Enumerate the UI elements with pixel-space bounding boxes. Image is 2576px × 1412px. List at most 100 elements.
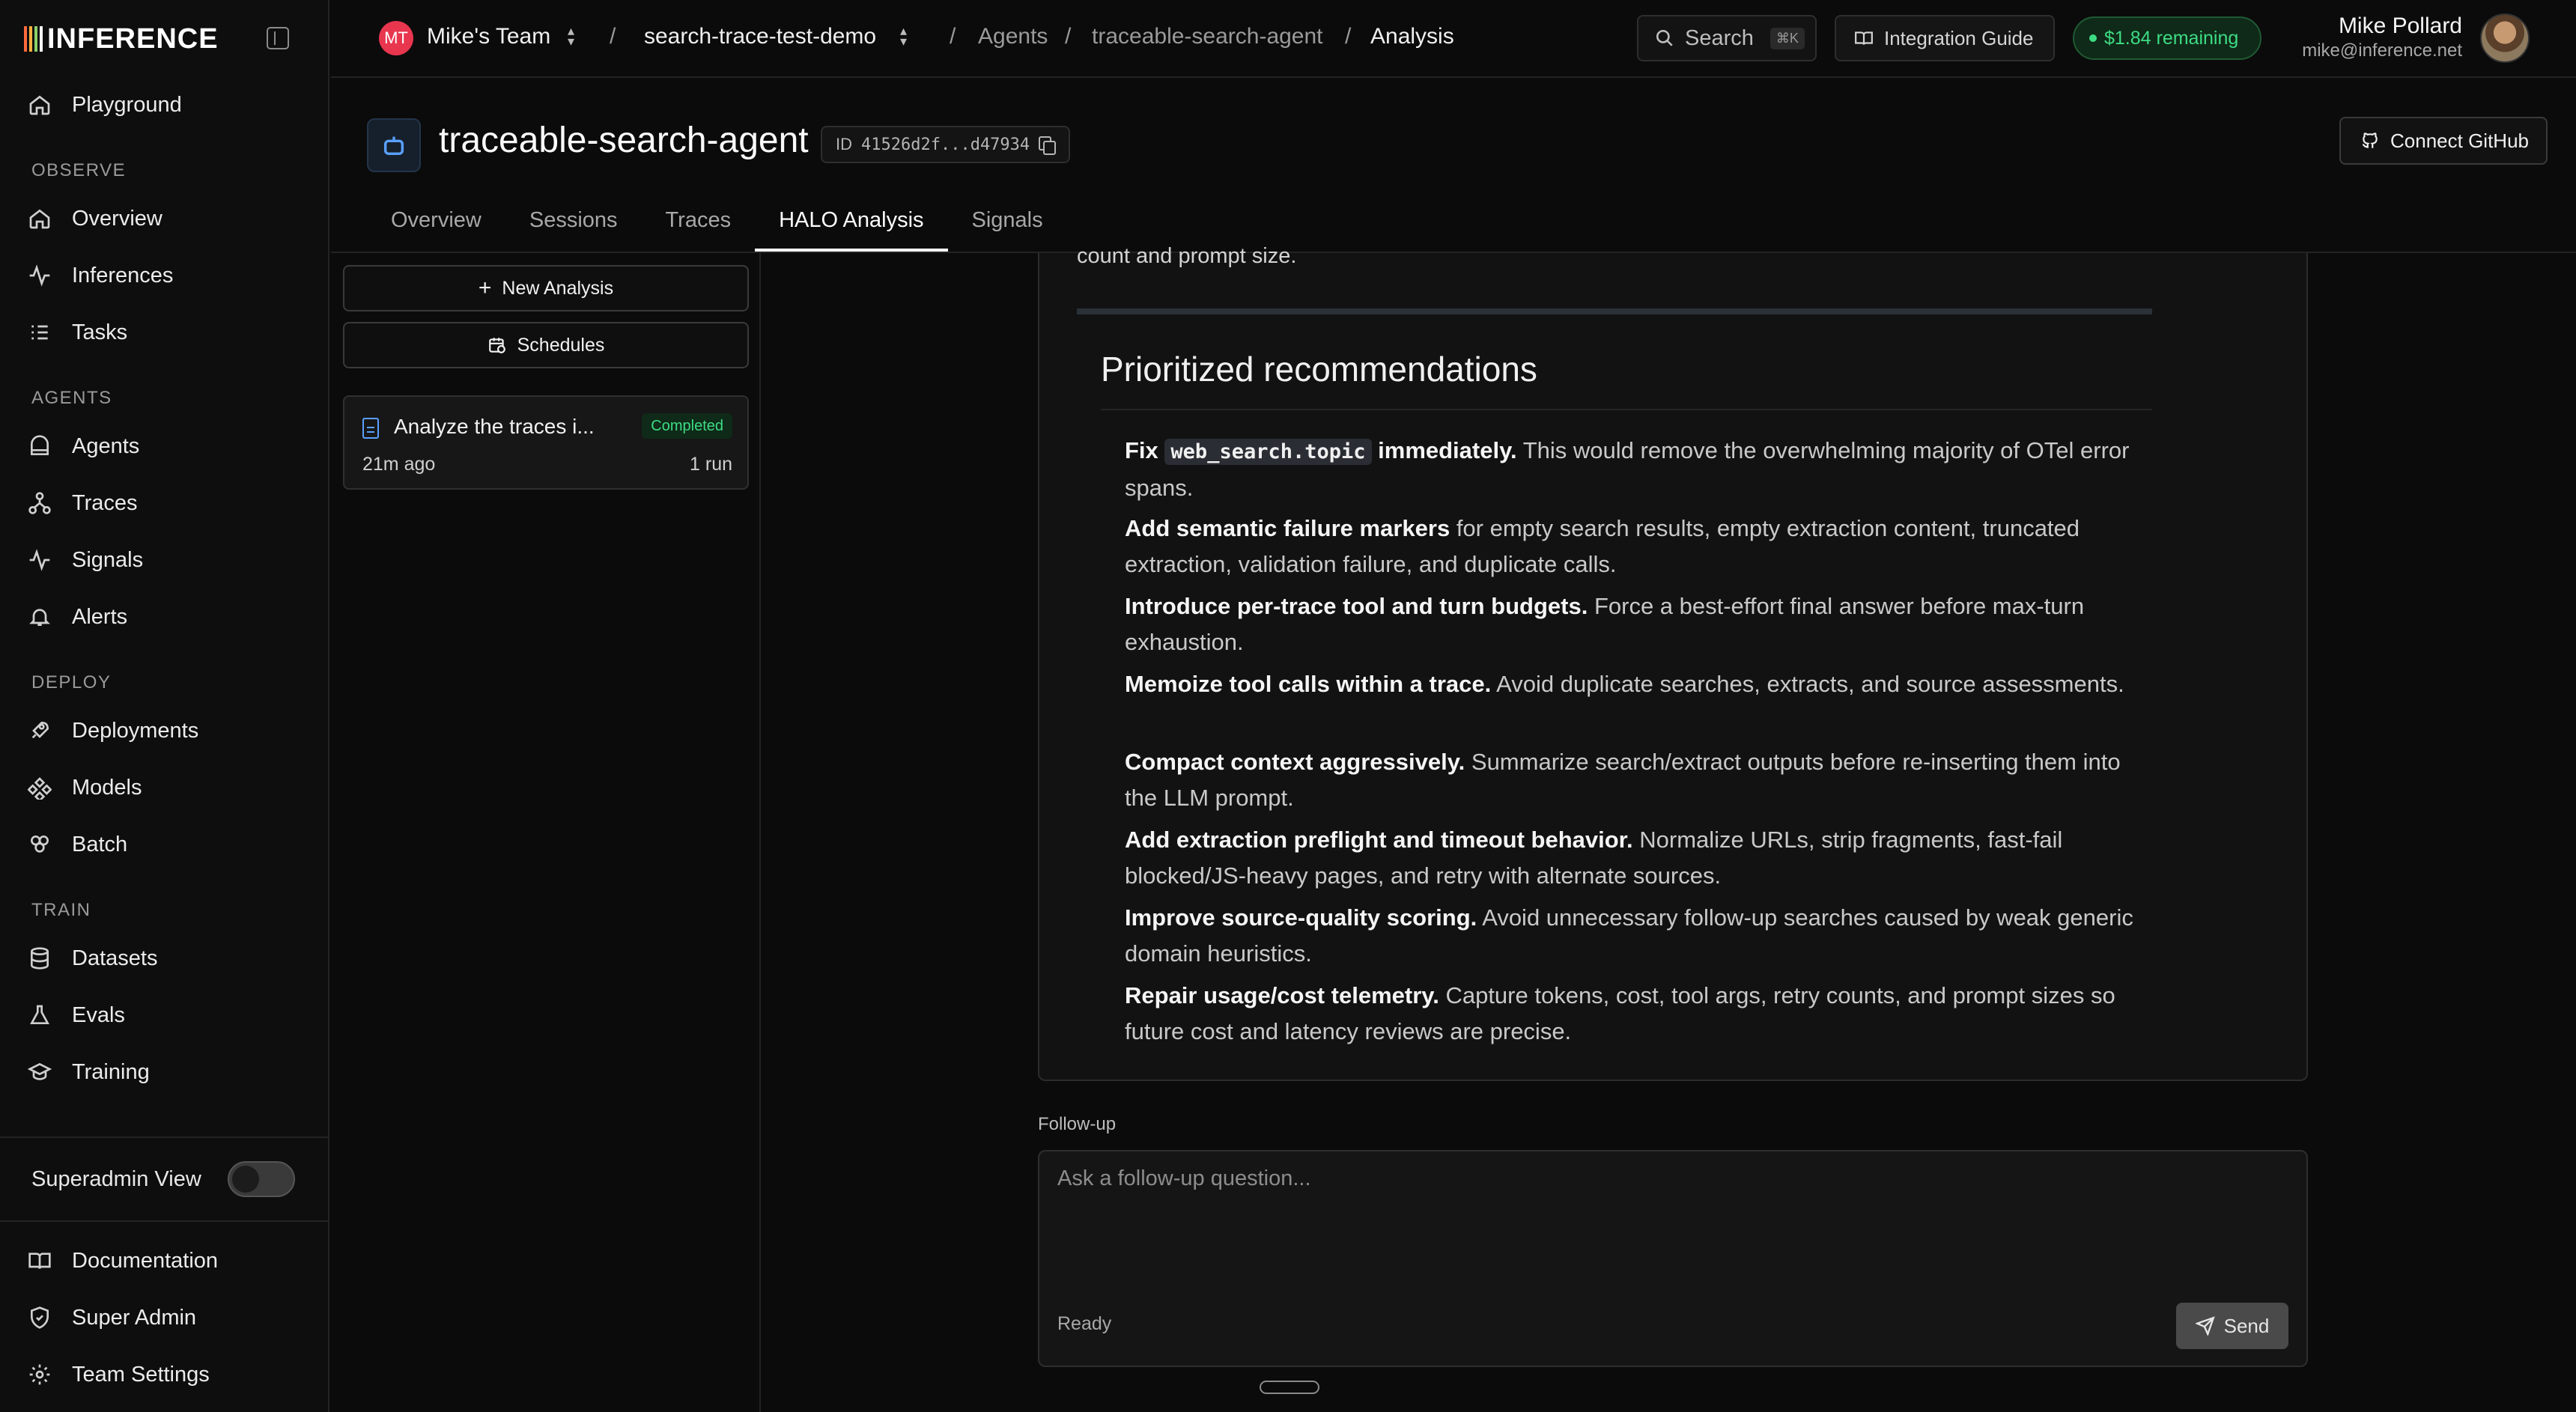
superadmin-row: Superadmin View — [31, 1160, 295, 1198]
report-heading: Prioritized recommendations — [1101, 350, 1537, 389]
sidebar-item-inferences[interactable]: Inferences — [27, 255, 304, 296]
schedules-label: Schedules — [517, 334, 605, 356]
sidebar-item-overview[interactable]: Overview — [27, 198, 304, 240]
graduation-cap-icon — [27, 1059, 52, 1085]
sidebar-item-deployments[interactable]: Deployments — [27, 710, 304, 752]
credits-badge[interactable]: $1.84 remaining — [2073, 16, 2261, 60]
sidebar-item-label: Inferences — [72, 263, 174, 287]
tab-traces[interactable]: Traces — [642, 201, 756, 252]
recommendation-lead: Add semantic failure markers — [1125, 515, 1450, 541]
connect-github-button[interactable]: Connect GitHub — [2339, 117, 2548, 165]
breadcrumb-separator: / — [950, 24, 956, 49]
schedules-button[interactable]: Schedules — [343, 322, 749, 368]
sidebar-item-label: Team Settings — [72, 1362, 210, 1387]
followup-input[interactable] — [1057, 1166, 2285, 1279]
tab-sessions[interactable]: Sessions — [505, 201, 642, 252]
batch-icon — [27, 832, 52, 857]
superadmin-label: Superadmin View — [31, 1166, 201, 1191]
sidebar-item-signals[interactable]: Signals — [27, 539, 304, 581]
recommendation-item: Repair usage/cost telemetry. Capture tok… — [1125, 978, 2151, 1050]
team-switcher[interactable]: Mike's Team — [427, 24, 550, 49]
sidebar-item-documentation[interactable]: Documentation — [27, 1240, 304, 1282]
project-switcher[interactable]: search-trace-test-demo — [644, 24, 876, 49]
search-icon — [1656, 29, 1673, 46]
recommendation-lead: Compact context aggressively. — [1125, 749, 1465, 775]
sidebar-item-super-admin[interactable]: Super Admin — [27, 1297, 304, 1339]
bot-icon — [367, 118, 421, 172]
analysis-time: 21m ago — [362, 454, 436, 475]
breadcrumb-agent[interactable]: traceable-search-agent — [1092, 24, 1323, 49]
list-icon — [27, 320, 52, 345]
recommendation-item: Add extraction preflight and timeout beh… — [1125, 822, 2151, 894]
database-icon — [27, 946, 52, 971]
sidebar-divider — [0, 1220, 329, 1222]
sidebar-item-label: Agents — [72, 433, 140, 458]
tab-signals[interactable]: Signals — [948, 201, 1067, 252]
sidebar-item-label: Evals — [72, 1002, 125, 1027]
tab-bar: Overview Sessions Traces HALO Analysis S… — [367, 201, 1067, 252]
report-text: count and prompt size. — [1077, 244, 1297, 268]
breadcrumb-separator: / — [1065, 24, 1072, 49]
analysis-report: count and prompt size. Prioritized recom… — [1038, 244, 2308, 1081]
sidebar-item-evals[interactable]: Evals — [27, 994, 304, 1036]
chevron-updown-icon[interactable]: ▴ ▾ — [900, 24, 915, 49]
sidebar-item-training[interactable]: Training — [27, 1051, 304, 1093]
sidebar-item-tasks[interactable]: Tasks — [27, 311, 304, 353]
send-button[interactable]: Send — [2176, 1303, 2288, 1349]
models-icon — [27, 775, 52, 800]
sidebar-item-traces[interactable]: Traces — [27, 482, 304, 524]
sidebar-item-datasets[interactable]: Datasets — [27, 937, 304, 979]
bell-icon — [27, 604, 52, 630]
send-icon — [2195, 1316, 2215, 1336]
breadcrumb-agents[interactable]: Agents — [978, 24, 1048, 49]
inline-code: web_search.topic — [1164, 439, 1372, 465]
sidebar-item-alerts[interactable]: Alerts — [27, 596, 304, 638]
book-icon — [27, 1248, 52, 1273]
sidebar-item-batch[interactable]: Batch — [27, 824, 304, 865]
recommendation-lead: Add extraction preflight and timeout beh… — [1125, 827, 1633, 853]
horizontal-rule — [1077, 308, 2152, 314]
new-analysis-button[interactable]: + New Analysis — [343, 265, 749, 311]
tab-overview[interactable]: Overview — [367, 201, 505, 252]
sidebar-item-label: Overview — [72, 206, 162, 231]
github-icon — [2362, 133, 2378, 148]
calendar-clock-icon — [488, 338, 505, 353]
sidebar-item-models[interactable]: Models — [27, 767, 304, 809]
shield-icon — [27, 1305, 52, 1330]
section-observe: OBSERVE — [31, 160, 127, 180]
sidebar-item-playground[interactable]: Playground — [27, 84, 304, 126]
rocket-icon — [27, 718, 52, 743]
sidebar-item-agents[interactable]: Agents — [27, 425, 304, 467]
recommendation-lead: immediately. — [1378, 437, 1517, 463]
tab-halo-analysis[interactable]: HALO Analysis — [755, 201, 948, 252]
avatar[interactable] — [2480, 13, 2530, 63]
chevron-updown-icon[interactable]: ▴ ▾ — [568, 24, 583, 49]
home-icon — [27, 92, 52, 118]
inference-logo[interactable]: INFERENCE — [24, 22, 219, 55]
sidebar: INFERENCE Playground OBSERVE Overview In… — [0, 0, 329, 1412]
recommendation-lead: Memoize tool calls within a trace. — [1125, 671, 1492, 697]
breadcrumb-analysis: Analysis — [1370, 24, 1454, 49]
copy-icon[interactable] — [1039, 136, 1057, 155]
superadmin-toggle[interactable] — [228, 1161, 295, 1197]
flask-icon — [27, 1002, 52, 1028]
connect-github-label: Connect GitHub — [2390, 129, 2529, 152]
sidebar-divider — [0, 1136, 329, 1138]
sidebar-collapse-icon[interactable] — [267, 27, 289, 49]
team-avatar[interactable]: MT — [379, 21, 413, 55]
sidebar-item-label: Models — [72, 775, 142, 800]
id-value: 41526d2f...d47934 — [861, 135, 1030, 154]
search-button[interactable]: Search ⌘K — [1637, 15, 1817, 61]
integration-guide-button[interactable]: Integration Guide — [1835, 15, 2055, 61]
analysis-list-item[interactable]: Analyze the traces i... Completed 21m ag… — [343, 395, 749, 490]
book-icon — [1855, 31, 1873, 45]
agent-id-badge[interactable]: ID 41526d2f...d47934 — [821, 126, 1071, 163]
status-dot-icon — [2089, 34, 2097, 42]
sidebar-item-label: Training — [72, 1059, 150, 1084]
status-badge: Completed — [642, 413, 732, 439]
followup-label: Follow-up — [1038, 1114, 1117, 1134]
resize-handle[interactable] — [1260, 1381, 1319, 1394]
user-name[interactable]: Mike Pollard — [2339, 13, 2462, 39]
sidebar-item-team-settings[interactable]: Team Settings — [27, 1354, 304, 1396]
sidebar-item-label: Tasks — [72, 320, 128, 344]
